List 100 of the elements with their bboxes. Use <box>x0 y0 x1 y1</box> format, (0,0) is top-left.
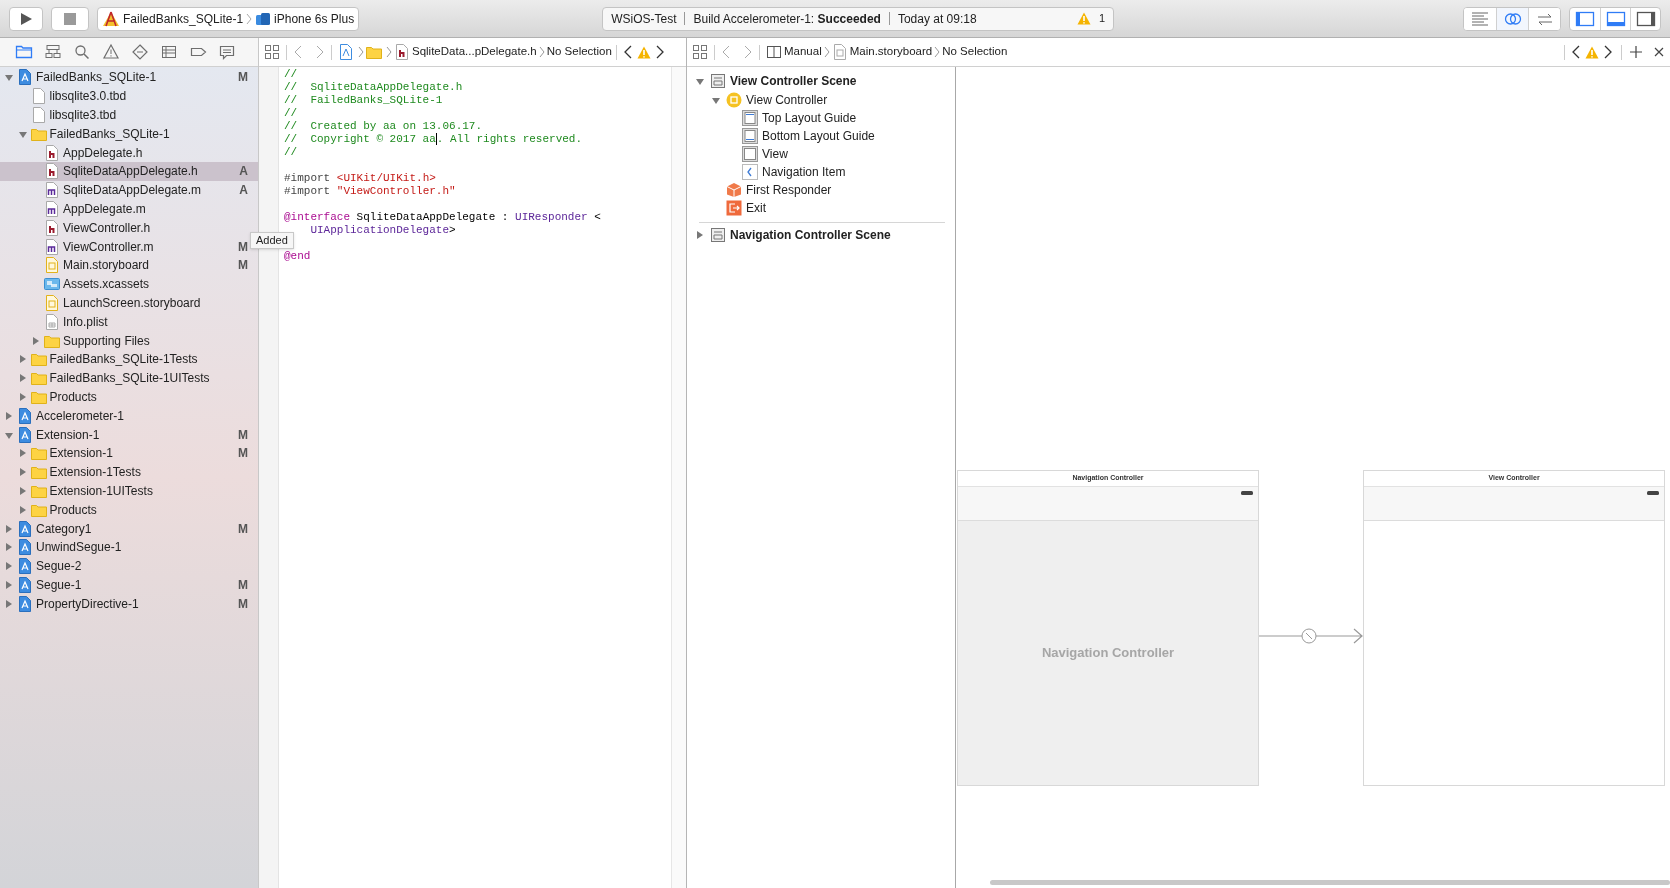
disclosure-triangle-icon[interactable] <box>4 542 14 553</box>
tree-row[interactable]: Assets.xcassets <box>0 274 258 294</box>
folder-icon[interactable] <box>15 43 33 61</box>
tree-row[interactable]: FailedBanks_SQLite-1 <box>0 124 258 144</box>
tree-row[interactable]: libsqlite3.tbd <box>0 105 258 125</box>
warning-icon[interactable] <box>102 43 120 61</box>
tree-row[interactable]: Segue-2 <box>0 556 258 576</box>
chevron-right-icon[interactable] <box>1603 45 1613 59</box>
tree-row[interactable]: Extension-1Tests <box>0 462 258 482</box>
stop-button[interactable] <box>51 6 89 31</box>
close-icon[interactable] <box>1654 47 1664 57</box>
tree-row[interactable]: Products <box>0 387 258 407</box>
tree-row[interactable]: AppDelegate.m <box>0 199 258 219</box>
tree-row[interactable]: Extension-1UITests <box>0 481 258 501</box>
tree-row[interactable]: Segue-1 M <box>0 575 258 595</box>
view-icon <box>742 146 758 162</box>
outline-item[interactable]: View <box>762 145 788 163</box>
breadcrumb-item[interactable]: No Selection <box>546 43 612 61</box>
file-name: libsqlite3.tbd <box>49 107 118 124</box>
tree-row[interactable]: SqliteDataAppDelegate.h A <box>0 162 258 181</box>
folder-icon[interactable] <box>366 44 382 60</box>
tree-row[interactable]: Extension-1 M <box>0 425 258 444</box>
code-line: @interface SqliteDataAppDelegate : UIResponder < <box>284 210 601 224</box>
disclosure-triangle-icon[interactable] <box>17 504 28 515</box>
disclosure-triangle-icon[interactable] <box>695 229 705 240</box>
outline-item[interactable]: Exit <box>746 199 766 217</box>
speech-bubble-icon[interactable] <box>218 43 236 61</box>
code-line: #import <UIKit/UIKit.h> <box>284 171 436 185</box>
editor-mode-button[interactable] <box>1528 7 1560 30</box>
chevron-icon <box>246 11 253 26</box>
app-file-icon[interactable] <box>338 44 354 60</box>
chevron-right-icon[interactable] <box>654 45 665 59</box>
tree-row[interactable]: Accelerometer-1 <box>0 406 258 426</box>
tree-row[interactable]: UnwindSegue-1 <box>0 537 258 557</box>
disclosure-triangle-icon[interactable] <box>4 410 14 421</box>
disclosure-triangle-icon[interactable] <box>4 561 14 572</box>
grid-icon[interactable] <box>692 44 708 60</box>
outline-item[interactable]: View Controller <box>746 91 828 109</box>
exit-icon <box>726 200 742 216</box>
disclosure-triangle-icon[interactable] <box>31 335 41 346</box>
tree-row[interactable]: Products <box>0 500 258 520</box>
run-button[interactable] <box>9 6 43 31</box>
tree-row[interactable]: Info.plist <box>0 312 258 332</box>
file-name: AppDelegate.h <box>63 144 144 162</box>
hierarchy-icon[interactable] <box>44 43 62 61</box>
tree-row[interactable]: LaunchScreen.storyboard <box>0 293 258 313</box>
disclosure-triangle-icon[interactable] <box>4 523 14 534</box>
outline-item[interactable]: Top Layout Guide <box>762 109 857 127</box>
chevron-left-icon[interactable] <box>622 45 633 59</box>
scheme-selector[interactable]: FailedBanks_SQLite-1 iPhone 6s Plus <box>97 6 360 31</box>
segue-arrow[interactable] <box>1259 628 1363 644</box>
tree-row[interactable]: FailedBanks_SQLite-1UITests <box>0 368 258 388</box>
forward-icon[interactable] <box>315 45 325 59</box>
diamond-icon[interactable] <box>131 43 149 61</box>
tree-row[interactable]: libsqlite3.0.tbd <box>0 86 258 106</box>
plus-icon[interactable] <box>1630 46 1642 58</box>
disclosure-triangle-icon[interactable] <box>711 95 721 105</box>
disclosure-triangle-icon[interactable] <box>4 579 14 590</box>
breadcrumb-item[interactable]: SqliteData...pDelegate.h <box>412 43 537 61</box>
disclosure-triangle-icon[interactable] <box>17 373 28 384</box>
back-icon[interactable] <box>721 45 731 59</box>
disclosure-triangle-icon[interactable] <box>17 354 28 365</box>
outline-item[interactable]: First Responder <box>746 181 832 199</box>
file-name: UnwindSegue-1 <box>36 539 123 557</box>
tree-row[interactable]: Extension-1 M <box>0 443 258 463</box>
outline-item[interactable]: Bottom Layout Guide <box>762 127 875 145</box>
list-icon[interactable] <box>160 43 178 61</box>
disclosure-triangle-icon[interactable] <box>4 72 14 83</box>
back-icon[interactable] <box>293 45 303 59</box>
tree-row[interactable]: AppDelegate.h <box>0 143 258 162</box>
disclosure-triangle-icon[interactable] <box>17 467 28 478</box>
tree-row[interactable]: FailedBanks_SQLite-1 M <box>0 68 258 87</box>
breadcrumb-item[interactable]: Main.storyboard <box>849 43 933 61</box>
disclosure-triangle-icon[interactable] <box>17 485 28 496</box>
left-panel-icon <box>1575 9 1595 28</box>
scroll-bar[interactable] <box>990 880 1670 885</box>
disclosure-triangle-icon[interactable] <box>17 448 28 459</box>
search-icon[interactable] <box>73 43 91 61</box>
outline-item[interactable]: Navigation Controller Scene <box>730 225 891 244</box>
chevron-left-icon[interactable] <box>1571 45 1581 59</box>
tree-row[interactable]: Supporting Files <box>0 331 258 350</box>
tree-row[interactable]: Main.storyboard M <box>0 255 258 275</box>
editor-mode-button[interactable] <box>1496 7 1528 30</box>
breadcrumb-item[interactable]: No Selection <box>942 43 1008 61</box>
disclosure-triangle-icon[interactable] <box>4 598 14 609</box>
outline-item[interactable]: View Controller Scene <box>730 71 857 90</box>
tree-row[interactable]: SqliteDataAppDelegate.m A <box>0 180 258 200</box>
cube-icon <box>726 182 742 198</box>
disclosure-triangle-icon[interactable] <box>17 391 28 402</box>
outline-item[interactable]: Navigation Item <box>762 163 846 181</box>
view-controller-icon <box>726 92 742 108</box>
forward-icon[interactable] <box>743 45 753 59</box>
grid-icon[interactable] <box>264 44 280 60</box>
tree-row[interactable]: Category1 M <box>0 519 258 538</box>
breadcrumb-item[interactable]: Manual <box>784 43 822 61</box>
app-file-icon <box>17 576 33 593</box>
document-icon <box>30 88 47 105</box>
tree-row[interactable]: FailedBanks_SQLite-1Tests <box>0 349 258 369</box>
app-file-icon <box>17 426 33 443</box>
tree-row[interactable]: PropertyDirective-1 M <box>0 594 258 614</box>
